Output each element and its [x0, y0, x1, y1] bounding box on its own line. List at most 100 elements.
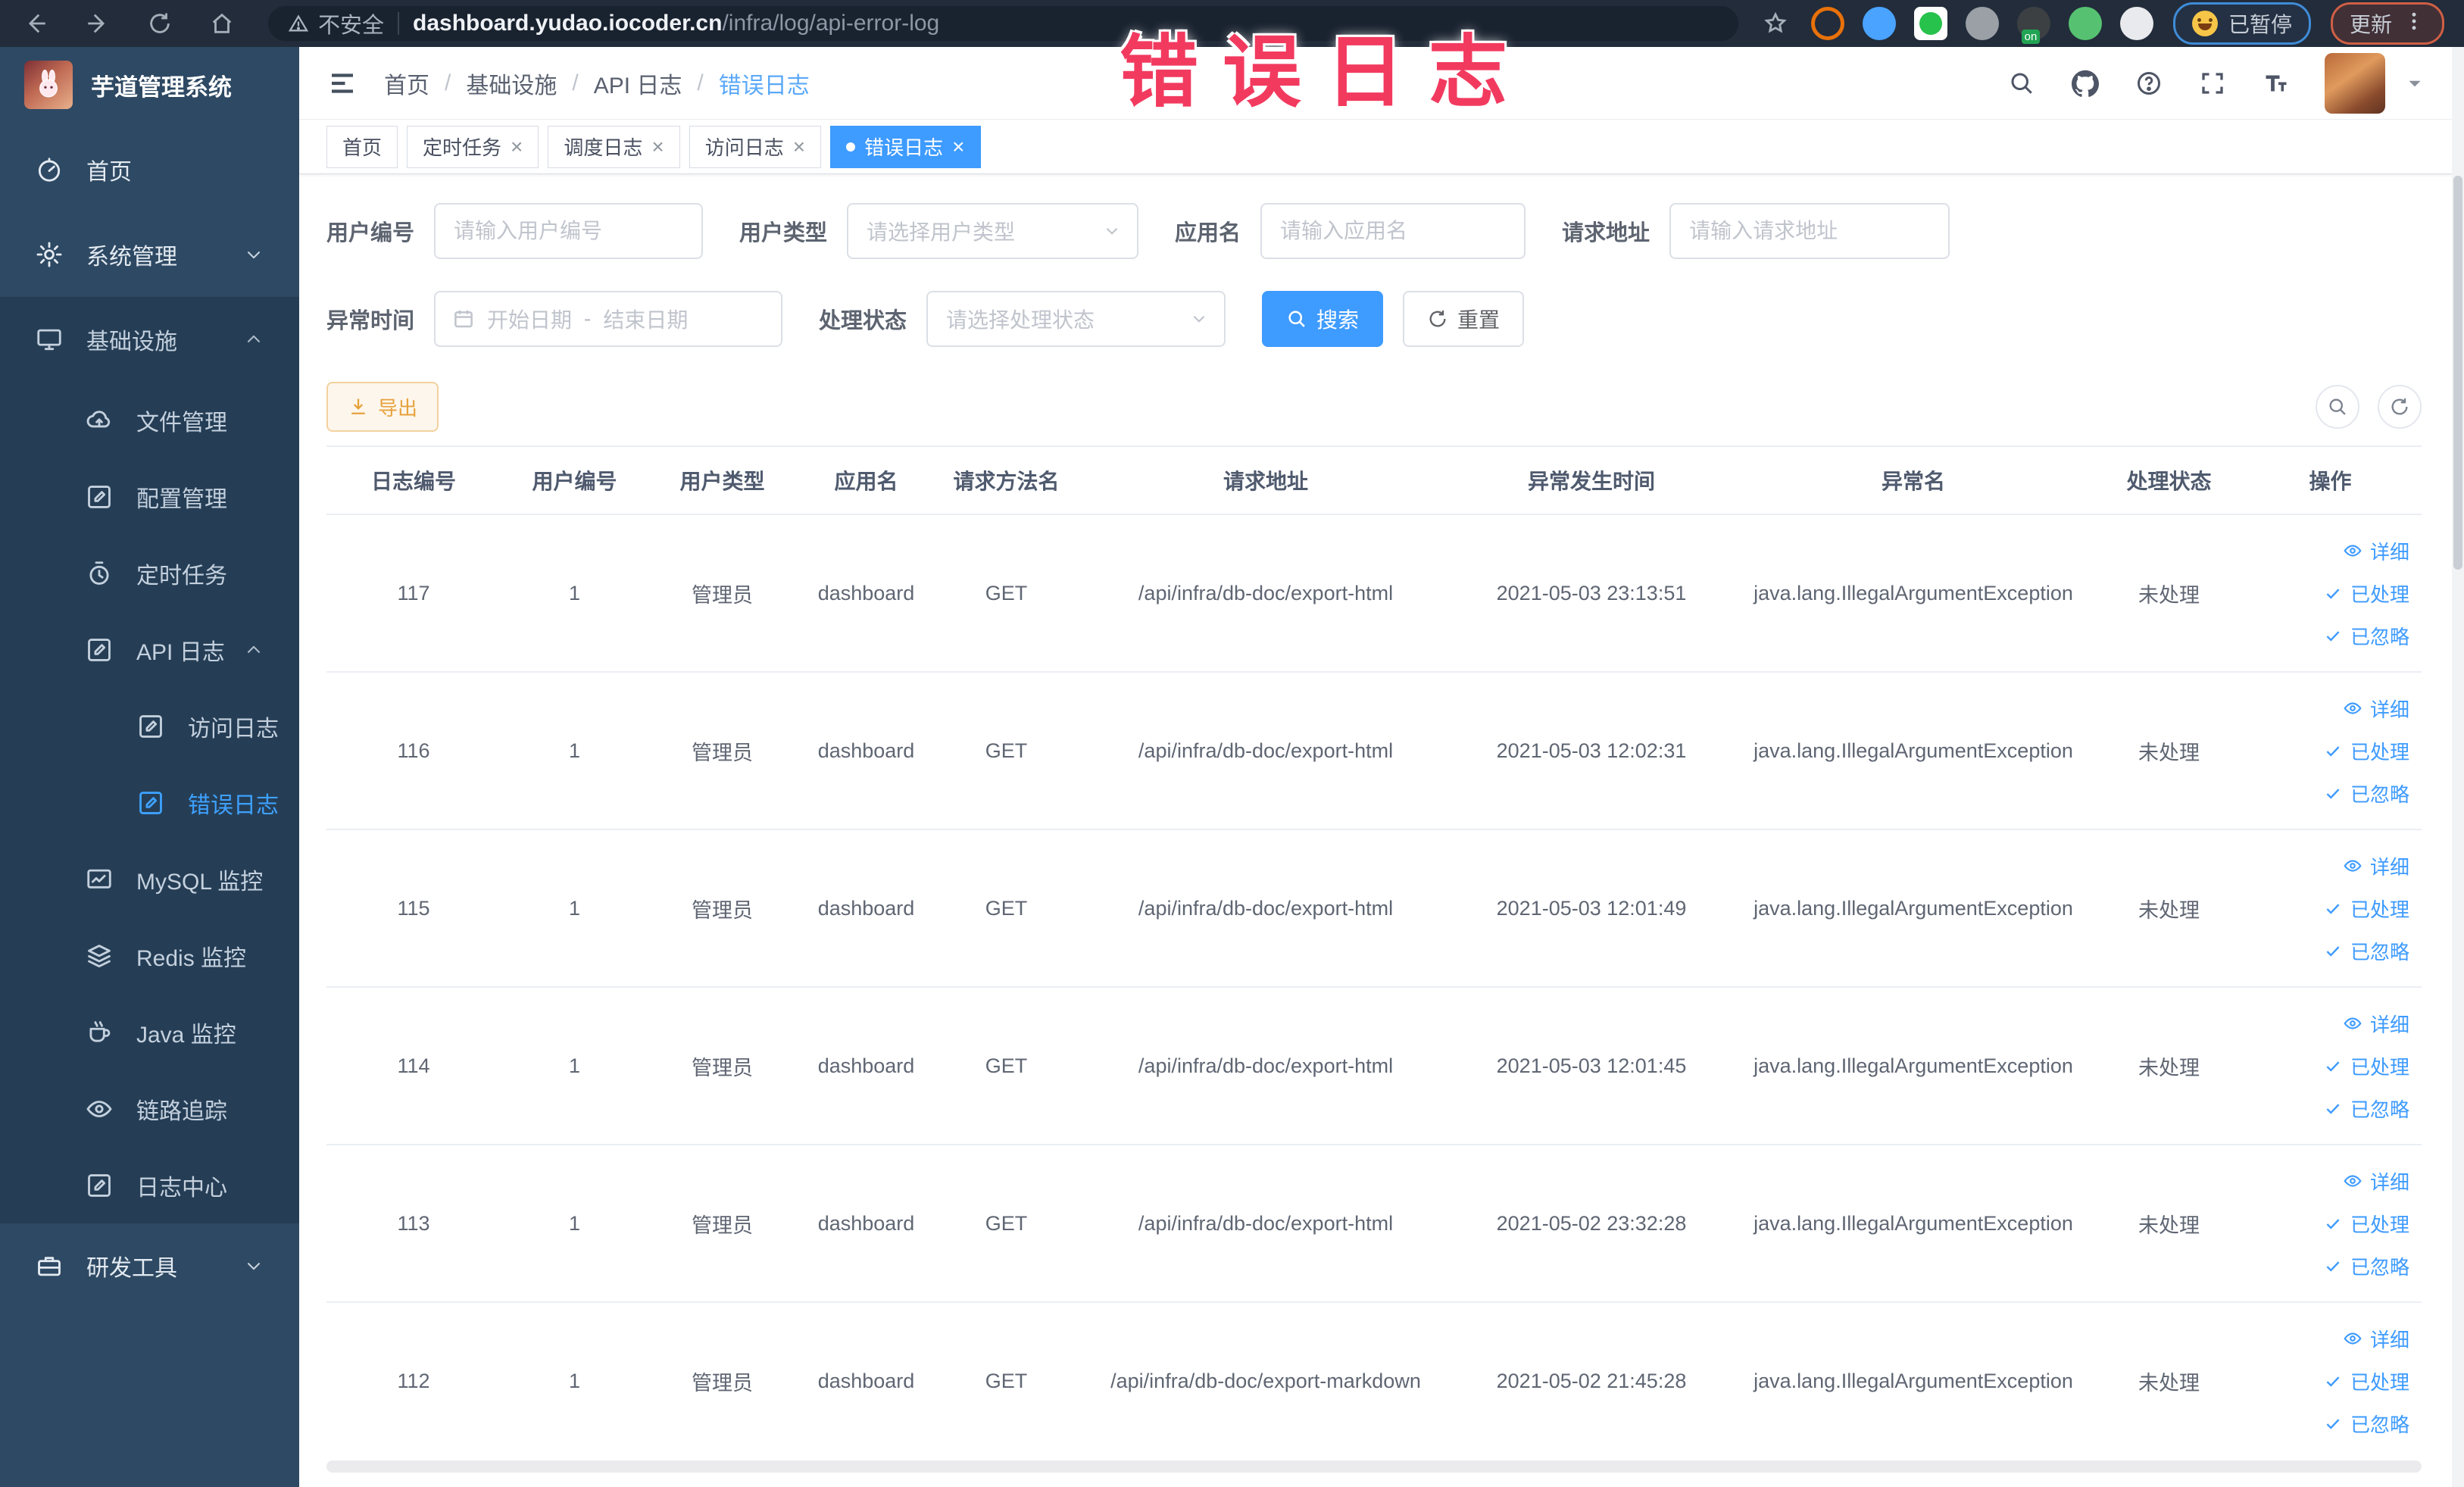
sidebar-item-label: 基础设施	[86, 330, 177, 355]
tab-error-log[interactable]: 错误日志 ×	[830, 125, 981, 168]
action-detail[interactable]: 详细	[2244, 687, 2409, 729]
chrome-update-button[interactable]: 更新	[2330, 2, 2444, 45]
sidebar-item-trace[interactable]: 链路追踪	[0, 1070, 299, 1147]
action-detail[interactable]: 详细	[2244, 1002, 2409, 1045]
sidebar-item-home[interactable]: 首页	[0, 127, 299, 212]
action-processed[interactable]: 已处理	[2244, 1202, 2409, 1245]
action-processed[interactable]: 已处理	[2244, 729, 2409, 772]
cell-exception: java.lang.IllegalArgumentException	[1728, 986, 2099, 1145]
search-button[interactable]: 搜索	[1262, 291, 1384, 347]
sidebar-item-config-management[interactable]: 配置管理	[0, 458, 299, 535]
sidebar-item-log-center[interactable]: 日志中心	[0, 1147, 299, 1223]
coffee-icon	[85, 1018, 114, 1047]
action-ignored[interactable]: 已忽略	[2244, 614, 2409, 657]
action-ignored[interactable]: 已忽略	[2244, 929, 2409, 972]
extension-icon-target[interactable]	[1810, 7, 1844, 40]
user-type-select[interactable]: 请选择用户类型	[847, 203, 1139, 259]
action-ignored[interactable]: 已忽略	[2244, 772, 2409, 814]
bookmark-star-icon[interactable]	[1760, 8, 1791, 39]
sidebar-item-access-log[interactable]: 访问日志	[0, 688, 299, 764]
extension-icon-shield[interactable]	[1862, 7, 1896, 40]
date-range-picker[interactable]: 开始日期 - 结束日期	[434, 291, 783, 347]
tab-label: 首页	[342, 136, 383, 159]
extension-icon-list-on[interactable]: on	[2016, 7, 2050, 44]
tab-access-log[interactable]: 访问日志 ×	[689, 125, 822, 168]
forward-icon[interactable]	[82, 8, 114, 39]
home-icon[interactable]	[206, 8, 238, 39]
cell-user-type: 管理员	[648, 1144, 796, 1302]
tab-scheduled-tasks[interactable]: 定时任务 ×	[407, 125, 539, 168]
sidebar-item-infrastructure[interactable]: 基础设施	[0, 297, 299, 382]
hamburger-icon[interactable]	[326, 67, 358, 99]
breadcrumb-home[interactable]: 首页	[384, 67, 429, 100]
back-icon[interactable]	[20, 8, 52, 39]
chevron-down-icon[interactable]	[2405, 73, 2425, 93]
cell-method: GET	[936, 986, 1076, 1145]
font-size-icon[interactable]	[2261, 68, 2291, 98]
action-label: 已忽略	[2350, 1098, 2409, 1121]
sidebar-item-scheduled-tasks[interactable]: 定时任务	[0, 535, 299, 611]
action-detail[interactable]: 详细	[2244, 1160, 2409, 1202]
action-ignored[interactable]: 已忽略	[2244, 1245, 2409, 1287]
action-processed[interactable]: 已处理	[2244, 572, 2409, 614]
sidebar-item-api-log[interactable]: API 日志	[0, 611, 299, 688]
sidebar-item-redis-monitor[interactable]: Redis 监控	[0, 917, 299, 994]
cell-actions: 详细 已处理 已忽略	[2239, 1144, 2422, 1302]
sidebar-item-system-management[interactable]: 系统管理	[0, 212, 299, 297]
cell-method: GET	[936, 1301, 1076, 1459]
filter-app-name: 应用名	[1175, 203, 1526, 259]
action-detail[interactable]: 详细	[2244, 1317, 2409, 1360]
app-logo[interactable]: 芋道管理系统	[0, 47, 299, 123]
request-url-input[interactable]	[1669, 203, 1950, 259]
user-avatar[interactable]	[2325, 52, 2385, 114]
close-icon[interactable]: ×	[511, 136, 523, 158]
app-name-input[interactable]	[1260, 203, 1526, 259]
action-processed[interactable]: 已处理	[2244, 887, 2409, 929]
table-settings	[2297, 385, 2422, 429]
scrollbar-thumb[interactable]	[2453, 176, 2462, 570]
reload-icon[interactable]	[144, 8, 176, 39]
media-paused-pill[interactable]: 已暂停	[2172, 2, 2311, 45]
export-button[interactable]: 导出	[326, 382, 439, 432]
horizontal-scrollbar[interactable]	[326, 1460, 2422, 1473]
action-detail[interactable]: 详细	[2244, 845, 2409, 887]
tab-schedule-log[interactable]: 调度日志 ×	[548, 125, 680, 168]
status-select[interactable]: 请选择处理状态	[926, 291, 1226, 347]
action-ignored[interactable]: 已忽略	[2244, 1402, 2409, 1445]
page-scrollbar[interactable]	[2452, 47, 2464, 1487]
extension-icon-v-green[interactable]	[1913, 7, 1947, 40]
cell-user-type: 管理员	[648, 986, 796, 1145]
breadcrumb-api-log[interactable]: API 日志	[594, 67, 682, 100]
sidebar-item-mysql-monitor[interactable]: MySQL 监控	[0, 841, 299, 917]
close-icon[interactable]: ×	[651, 136, 664, 158]
kebab-menu-icon[interactable]	[2403, 10, 2425, 38]
extension-icon-puzzle[interactable]	[2119, 7, 2153, 40]
sidebar-item-error-log[interactable]: 错误日志	[0, 764, 299, 841]
reset-button[interactable]: 重置	[1403, 291, 1525, 347]
help-icon[interactable]	[2134, 68, 2164, 98]
column-header: 用户编号	[532, 470, 617, 493]
security-label[interactable]: 不安全	[318, 8, 384, 39]
action-processed[interactable]: 已处理	[2244, 1045, 2409, 1087]
cell-time: 2021-05-03 12:01:49	[1455, 829, 1728, 987]
sidebar-item-java-monitor[interactable]: Java 监控	[0, 994, 299, 1070]
user-id-input[interactable]	[434, 203, 704, 259]
action-processed[interactable]: 已处理	[2244, 1360, 2409, 1402]
github-icon[interactable]	[2070, 68, 2100, 98]
tab-home[interactable]: 首页	[326, 125, 398, 168]
search-icon[interactable]	[2006, 68, 2037, 98]
extension-icon-grid[interactable]	[1965, 7, 1999, 40]
calendar-icon	[452, 308, 475, 330]
close-icon[interactable]: ×	[952, 136, 964, 158]
fullscreen-icon[interactable]	[2197, 68, 2228, 98]
close-icon[interactable]: ×	[793, 136, 805, 158]
refresh-button[interactable]	[2378, 385, 2422, 429]
toggle-search-button[interactable]	[2316, 385, 2359, 429]
sidebar-item-file-management[interactable]: 文件管理	[0, 382, 299, 458]
action-ignored[interactable]: 已忽略	[2244, 1087, 2409, 1129]
action-detail[interactable]: 详细	[2244, 530, 2409, 572]
extension-icon-leaf[interactable]	[2068, 7, 2102, 40]
action-label: 已处理	[2350, 1055, 2409, 1079]
sidebar-item-dev-tools[interactable]: 研发工具	[0, 1223, 299, 1308]
breadcrumb-infrastructure[interactable]: 基础设施	[466, 67, 557, 100]
